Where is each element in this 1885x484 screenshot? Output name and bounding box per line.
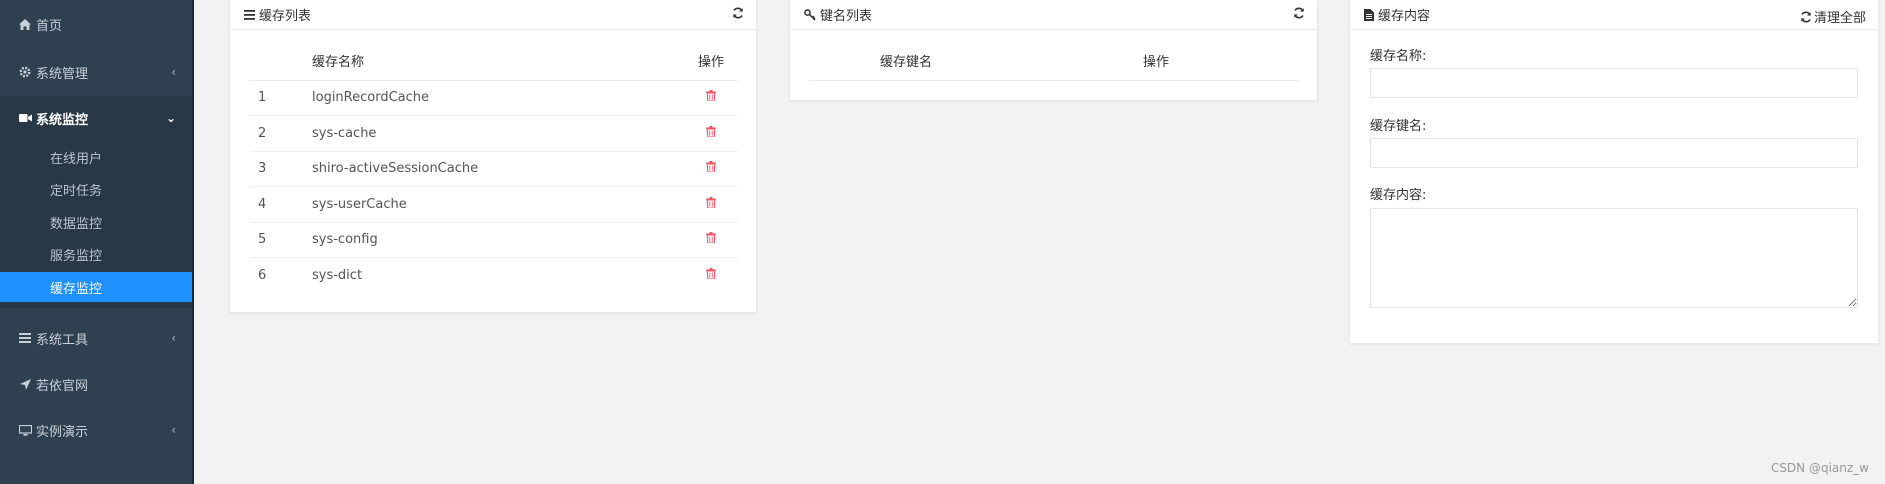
file-text-icon [1364,8,1374,21]
refresh-key-list-button[interactable] [1293,7,1305,19]
row-index: 5 [250,222,312,258]
row-index: 2 [250,115,312,152]
sidebar-item-label: 服务监控 [50,248,103,264]
sidebar: 首页 系统管理 ‹ 系统监控 ⌄ 在线用户 定时任务 数据监控 服务监控 缓存监… [0,0,192,484]
sidebar-item-ruoyi-website[interactable]: 若依官网 [0,362,192,406]
key-list-table: 缓存键名 操作 [810,42,1299,81]
chevron-left-icon: ‹ [171,423,176,437]
cache-name-cell: sys-cache [312,115,698,152]
trash-icon[interactable] [706,232,716,247]
table-row[interactable]: 5 sys-config [250,222,738,258]
sidebar-item-label: 若依官网 [36,378,89,394]
sidebar-item-label: 数据监控 [50,216,103,232]
location-arrow-icon [18,378,32,390]
trash-icon[interactable] [706,161,716,176]
cache-content-header: 缓存内容 清理全部 [1350,0,1878,30]
clear-all-button[interactable]: 清理全部 [1800,7,1866,26]
cache-name-cell: loginRecordCache [312,80,698,116]
panel-title: 缓存列表 [259,9,312,24]
sidebar-item-system-tools[interactable]: 系统工具 ‹ [0,316,192,360]
column-header-cache-name: 缓存名称 [312,42,698,81]
row-index: 3 [250,151,312,187]
sidebar-item-system-monitor[interactable]: 系统监控 ⌄ [0,96,192,140]
bars-icon [244,9,255,20]
home-icon [18,18,32,30]
cache-list-panel: 缓存列表 缓存名称 操作 1 loginRecordCache 2 sys-ca… [229,0,757,313]
sidebar-item-label: 在线用户 [50,151,103,167]
cache-key-input[interactable] [1370,138,1858,168]
key-list-panel: 键名列表 缓存键名 操作 [789,0,1318,101]
cache-name-label: 缓存名称: [1370,49,1427,64]
sidebar-item-label: 系统监控 [36,112,89,128]
desktop-icon [18,424,32,436]
column-header-actions: 操作 [1143,42,1299,81]
cache-name-cell: sys-config [312,222,698,258]
sidebar-item-label: 首页 [36,18,63,34]
chevron-down-icon: ⌄ [165,111,176,125]
sidebar-item-online-users[interactable]: 在线用户 [0,142,192,172]
column-header-actions: 操作 [698,42,738,81]
bars-icon [18,333,32,343]
cache-key-label: 缓存键名: [1370,119,1427,134]
key-list-header: 键名列表 [790,0,1317,30]
gear-icon [18,66,32,78]
row-index: 6 [258,268,267,283]
chevron-left-icon: ‹ [171,331,176,345]
sidebar-item-data-monitor[interactable]: 数据监控 [0,207,192,237]
table-row[interactable]: 1 loginRecordCache [250,80,738,116]
table-row[interactable]: 3 shiro-activeSessionCache [250,151,738,187]
sidebar-item-label: 系统工具 [36,332,89,348]
sidebar-item-service-monitor[interactable]: 服务监控 [0,239,192,269]
column-header-cache-key: 缓存键名 [880,42,1143,81]
video-icon [18,113,32,123]
table-row[interactable]: 6 sys-dict [250,258,738,294]
watermark: CSDN @qianz_w [1770,461,1869,475]
clear-all-label: 清理全部 [1813,11,1866,26]
chevron-left-icon: ‹ [171,65,176,79]
panel-title: 键名列表 [820,9,873,24]
refresh-cache-list-button[interactable] [732,7,744,19]
cache-name-input[interactable] [1370,68,1858,98]
row-index: 1 [250,80,312,116]
sidebar-item-examples[interactable]: 实例演示 ‹ [0,408,192,452]
cache-name-cell: shiro-activeSessionCache [312,151,698,187]
table-header-row: 缓存名称 操作 [250,42,738,81]
cache-name-cell: sys-userCache [312,186,698,223]
trash-icon[interactable] [706,268,716,283]
sidebar-item-system-management[interactable]: 系统管理 ‹ [0,50,192,94]
sidebar-item-scheduled-tasks[interactable]: 定时任务 [0,174,192,204]
cache-value-label: 缓存内容: [1370,188,1427,203]
sidebar-item-label: 定时任务 [50,183,103,199]
cache-value-textarea[interactable] [1370,208,1858,308]
panel-title: 缓存内容 [1378,9,1431,24]
submenu-system-monitor: 在线用户 定时任务 数据监控 服务监控 缓存监控 [0,140,192,308]
table-row[interactable]: 4 sys-userCache [250,186,738,223]
table-row[interactable]: 2 sys-cache [250,115,738,152]
sidebar-item-label: 系统管理 [36,66,89,82]
key-icon [804,8,816,21]
sidebar-border [192,0,194,484]
table-header-row: 缓存键名 操作 [810,42,1299,81]
trash-icon[interactable] [706,196,716,212]
cache-list-header: 缓存列表 [230,0,756,30]
refresh-icon [733,7,743,19]
cache-list-table: 缓存名称 操作 1 loginRecordCache 2 sys-cache 3… [250,42,738,293]
sidebar-item-label: 实例演示 [36,424,89,440]
trash-icon[interactable] [706,90,716,105]
refresh-icon [1294,7,1304,19]
cache-name-cell: sys-dict [312,268,363,283]
row-index: 4 [250,186,312,223]
cache-content-panel: 缓存内容 清理全部 缓存名称: 缓存键名: 缓存内容: [1349,0,1879,344]
sidebar-item-label: 缓存监控 [50,281,103,297]
trash-icon[interactable] [706,125,716,141]
sidebar-item-home[interactable]: 首页 [0,2,192,46]
refresh-icon [1801,11,1811,22]
sidebar-item-cache-monitor[interactable]: 缓存监控 [0,272,192,302]
